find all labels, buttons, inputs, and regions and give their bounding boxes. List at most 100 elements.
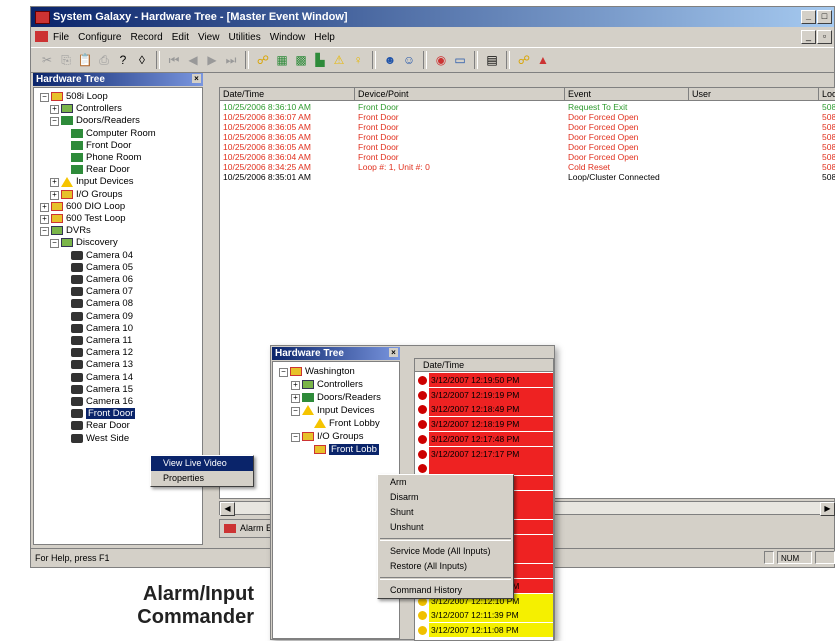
inset-close-button[interactable]: × [389, 348, 398, 357]
expand-icon[interactable]: + [40, 202, 49, 212]
tree-item[interactable]: Doors/Readers [61, 114, 140, 127]
tree-item[interactable]: Camera 11 [71, 334, 132, 347]
tree-item[interactable]: I/O Groups [302, 430, 363, 443]
event-row[interactable]: 10/25/2006 8:36:05 AM Front Door Door Forc… [220, 142, 835, 152]
alarm-row[interactable]: 3/12/2007 12:11:39 PM [415, 608, 553, 623]
alarm-row[interactable]: 3/12/2007 12:19:19 PM [415, 387, 553, 403]
column-header-date[interactable]: Date/Time [220, 88, 355, 100]
scroll-left-icon[interactable]: ◀ [220, 502, 235, 516]
menu-item-view-live-video[interactable]: View Live Video [151, 456, 253, 471]
mdi-restore-button[interactable]: ▫ [817, 30, 832, 44]
tree-item[interactable]: Rear Door [71, 163, 130, 176]
about-icon[interactable]: ◊ [134, 52, 150, 68]
collapse-icon[interactable]: − [50, 117, 59, 127]
expand-icon[interactable]: + [50, 105, 59, 115]
report-icon[interactable]: ▤ [484, 52, 500, 68]
tree-item[interactable]: I/O Groups [61, 188, 122, 201]
tree-item[interactable]: Camera 12 [71, 346, 133, 359]
event-row[interactable]: 10/25/2006 8:36:05 AM Front Door Door Forc… [220, 122, 835, 132]
tree-item[interactable]: Front Door [71, 139, 131, 152]
collapse-icon[interactable]: − [291, 433, 300, 442]
card-icon[interactable]: ▭ [452, 52, 468, 68]
users-icon[interactable]: ☺ [401, 52, 417, 68]
tree-item[interactable]: Camera 06 [71, 273, 133, 286]
board-icon[interactable]: ▩ [293, 52, 309, 68]
menu-window[interactable]: Window [270, 32, 306, 43]
tree-item[interactable]: Camera 13 [71, 358, 133, 371]
print-icon[interactable]: ⎙ [96, 52, 112, 68]
tree-item[interactable]: Input Devices [302, 404, 375, 417]
alarm-grid-header[interactable]: Date/Time [415, 359, 553, 372]
collapse-icon[interactable]: − [40, 93, 49, 102]
menu-item-command-history[interactable]: Command History [378, 583, 513, 598]
event-row[interactable]: 10/25/2006 8:36:10 AM Front Door Request T… [220, 102, 835, 112]
tree-item[interactable]: Rear Door [71, 419, 130, 432]
menu-item-service-mode-all-inputs[interactable]: Service Mode (All Inputs) [378, 544, 513, 559]
tree-item[interactable]: Camera 04 [71, 249, 133, 262]
tree-item[interactable]: Washington [290, 365, 355, 378]
tree-item[interactable]: Camera 14 [71, 371, 133, 384]
column-header-event[interactable]: Event [565, 88, 689, 100]
tree-item[interactable]: Camera 15 [71, 383, 133, 396]
column-header-loop[interactable]: Loop [819, 88, 835, 100]
alarm-icon[interactable]: ▲ [535, 52, 551, 68]
document-icon[interactable] [35, 31, 48, 42]
collapse-icon[interactable]: − [40, 227, 49, 237]
minimize-button[interactable]: _ [801, 10, 816, 24]
tree-item[interactable]: Camera 05 [71, 261, 133, 274]
tree-item[interactable]: Doors/Readers [302, 391, 381, 404]
tree-item[interactable]: Computer Room [71, 127, 156, 140]
tree-item[interactable]: Front Lobby [314, 417, 380, 430]
menu-item-properties[interactable]: Properties [151, 471, 253, 486]
first-record-icon[interactable]: ⏮ [166, 52, 182, 68]
copy-icon[interactable]: ⎘ [58, 52, 74, 68]
menu-edit[interactable]: Edit [172, 32, 189, 43]
menu-record[interactable]: Record [130, 32, 162, 43]
controller-icon[interactable]: ▦ [274, 52, 290, 68]
expand-icon[interactable]: + [291, 394, 300, 403]
menu-item-disarm[interactable]: Disarm [378, 490, 513, 505]
tree-item[interactable]: 600 Test Loop [51, 212, 126, 225]
menu-item-shunt[interactable]: Shunt [378, 505, 513, 520]
expand-icon[interactable]: + [50, 190, 59, 200]
menu-configure[interactable]: Configure [78, 32, 121, 43]
last-record-icon[interactable]: ⏭ [223, 52, 239, 68]
user-icon[interactable]: ☻ [382, 52, 398, 68]
tree-item[interactable]: Controllers [302, 378, 363, 391]
expand-icon[interactable]: + [40, 215, 49, 224]
tree-item[interactable]: Front Lobb [314, 443, 379, 456]
tree-item[interactable]: DVRs [51, 224, 91, 237]
tree-item[interactable]: 508i Loop [51, 90, 108, 103]
event-row[interactable]: 10/25/2006 8:36:05 AM Front Door Door Forc… [220, 132, 835, 142]
collapse-icon[interactable]: − [279, 368, 288, 377]
menu-item-unshunt[interactable]: Unshunt [378, 520, 513, 535]
mdi-minimize-button[interactable]: _ [801, 30, 816, 44]
output-icon[interactable]: ♀ [350, 52, 366, 68]
event-row[interactable]: 10/25/2006 8:36:04 AM Front Door Door Forc… [220, 152, 835, 162]
network-icon[interactable]: ☍ [516, 52, 532, 68]
paste-icon[interactable]: 📋 [77, 52, 93, 68]
alarm-row[interactable]: 3/12/2007 12:11:08 PM [415, 622, 553, 638]
menu-item-restore-all-inputs[interactable]: Restore (All Inputs) [378, 559, 513, 574]
tree-item[interactable]: Camera 10 [71, 322, 133, 335]
expand-icon[interactable]: + [291, 381, 300, 390]
column-header-device[interactable]: Device/Point [355, 88, 565, 100]
alarm-row[interactable]: 3/12/2007 12:19:50 PM [415, 373, 553, 388]
menu-item-arm[interactable]: Arm [378, 475, 513, 490]
tree-item[interactable]: Discovery [61, 236, 118, 249]
tree-item[interactable]: Camera 07 [71, 285, 133, 298]
tree-item[interactable]: Phone Room [71, 151, 141, 164]
loop-icon[interactable]: ☍ [255, 52, 271, 68]
next-record-icon[interactable]: ▶ [204, 52, 220, 68]
cut-icon[interactable]: ✂ [39, 52, 55, 68]
menu-file[interactable]: File [53, 32, 69, 43]
collapse-icon[interactable]: − [50, 239, 59, 249]
tree-item[interactable]: 600 DIO Loop [51, 200, 125, 213]
door-icon[interactable]: ▙ [312, 52, 328, 68]
event-row[interactable]: 10/25/2006 8:36:07 AM Front Door Door Forc… [220, 112, 835, 122]
tree-item[interactable]: West Side [71, 432, 129, 445]
previous-record-icon[interactable]: ◀ [185, 52, 201, 68]
scroll-right-icon[interactable]: ▶ [820, 502, 835, 516]
alarm-row[interactable]: 3/12/2007 12:18:49 PM [415, 402, 553, 417]
tree-item[interactable]: Front Door [71, 407, 136, 420]
